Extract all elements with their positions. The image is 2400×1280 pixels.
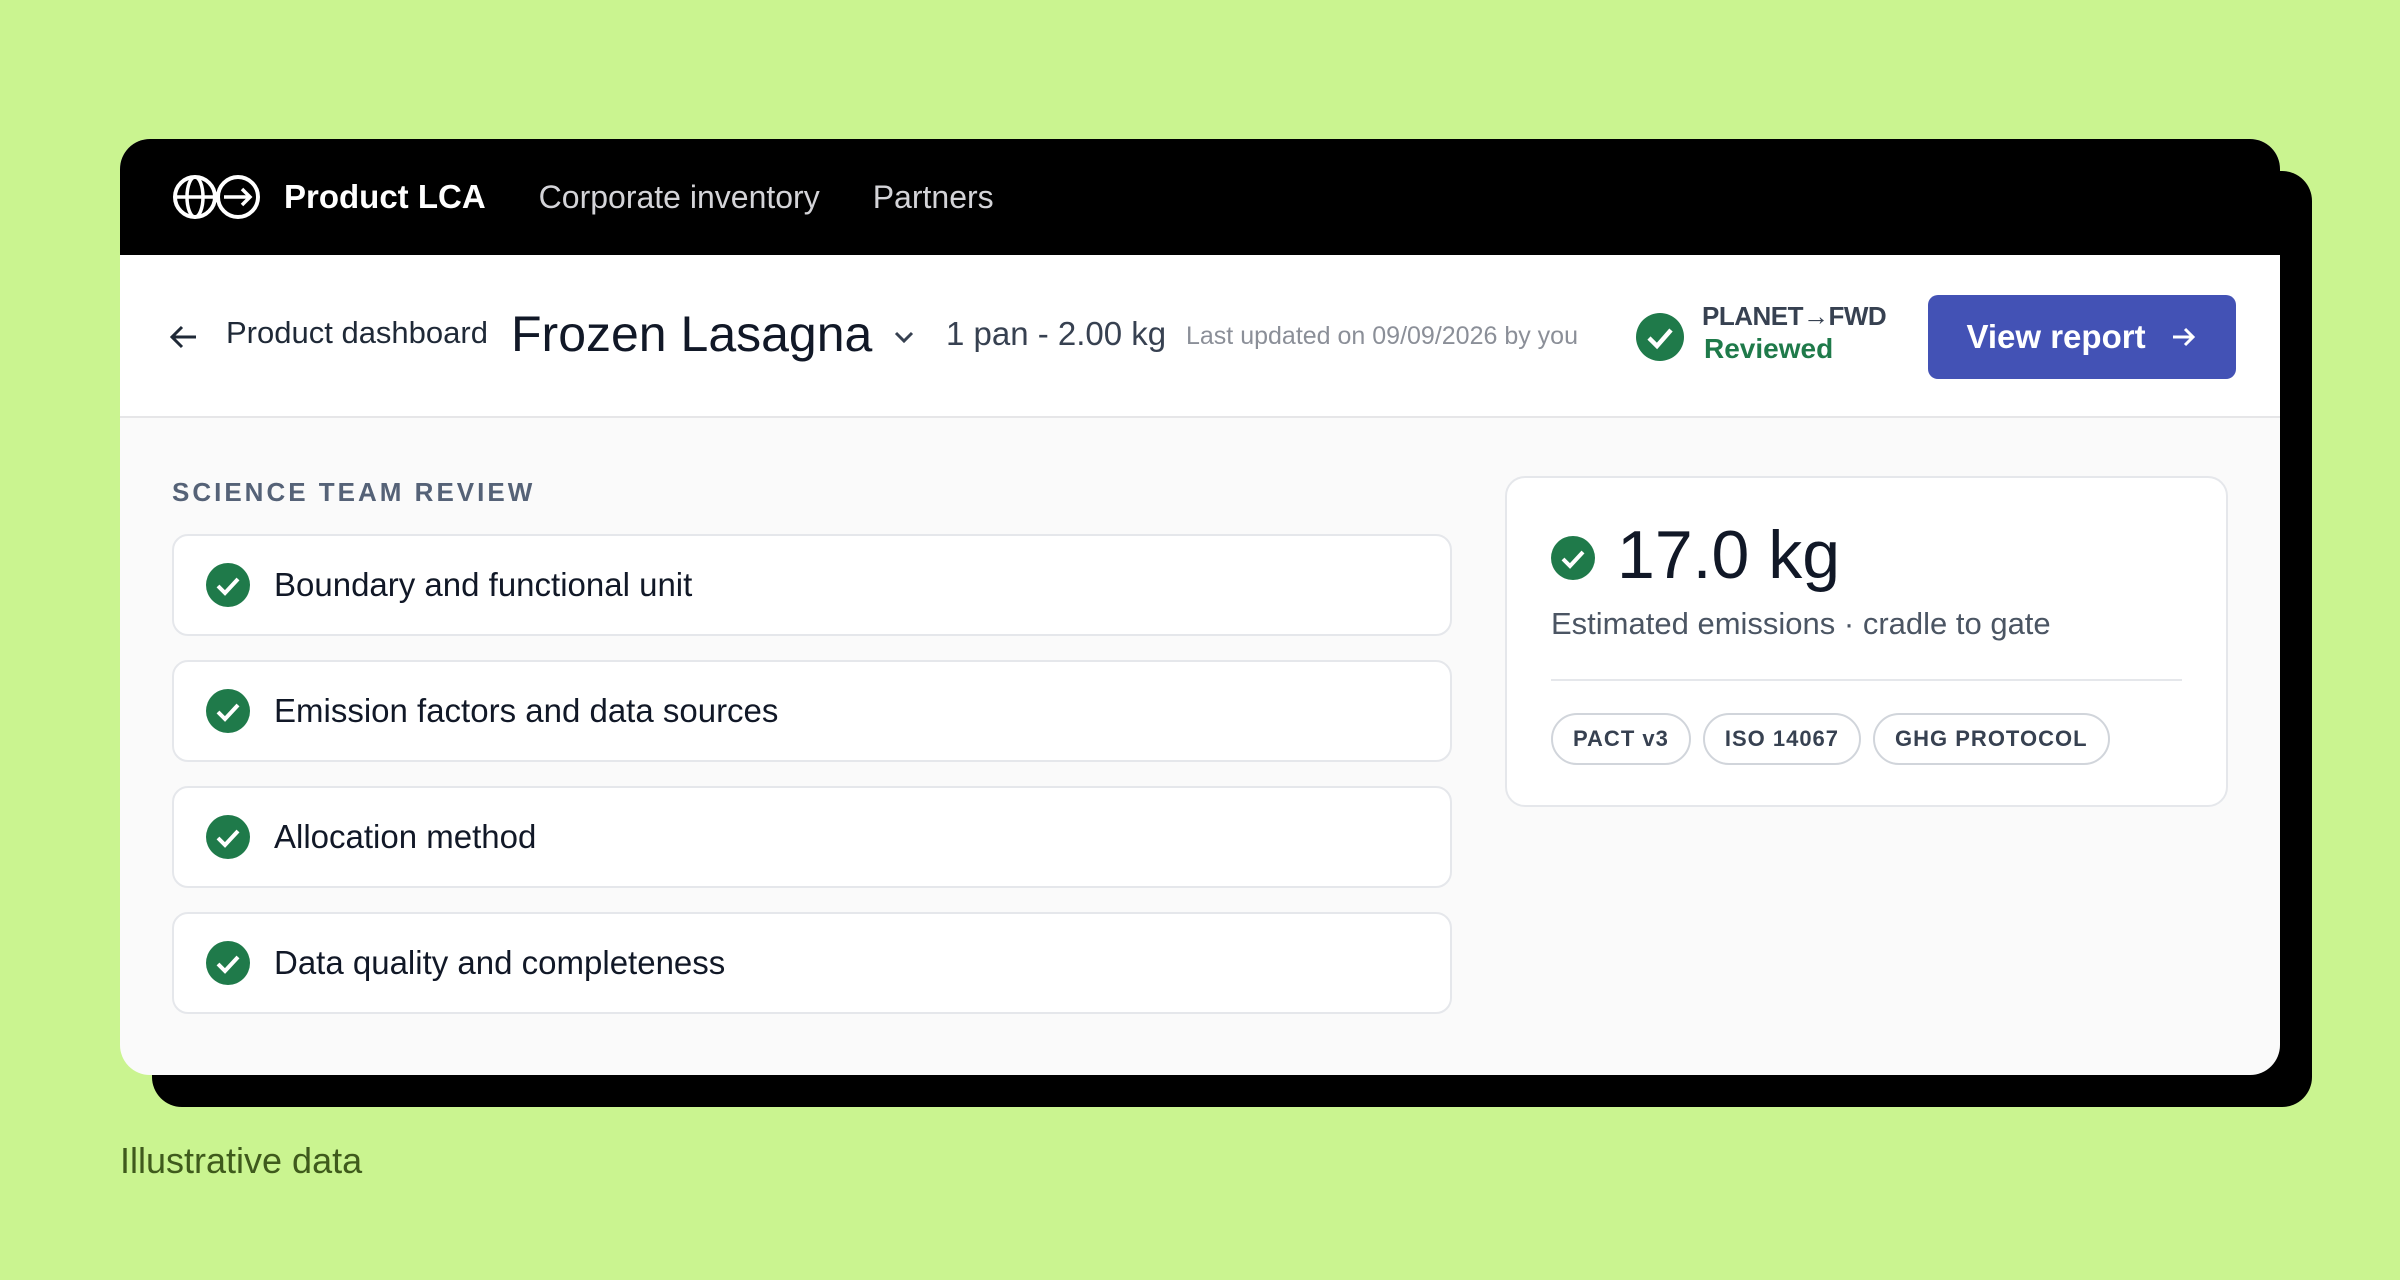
caption: Illustrative data: [120, 1140, 363, 1181]
card-body: SCIENCE TEAM REVIEW Boundary and functio…: [120, 139, 2280, 1075]
section-title: SCIENCE TEAM REVIEW: [172, 477, 536, 507]
tag-iso: ISO 14067: [1702, 713, 1862, 765]
review-item-label: Emission factors and data sources: [274, 692, 779, 729]
review-item-label: Boundary and functional unit: [274, 566, 693, 603]
standards-tags: PACT v3 ISO 14067 GHG PROTOCOL: [1551, 713, 2110, 765]
review-item: Allocation method: [172, 786, 1452, 888]
emissions-value: 17.0 kg: [1617, 517, 1841, 593]
review-item: Emission factors and data sources: [172, 660, 1452, 762]
tag-pact: PACT v3: [1551, 713, 1691, 765]
check-circle-icon: [206, 815, 250, 859]
check-circle-icon: [206, 563, 250, 607]
emissions-subtitle: Estimated emissions · cradle to gate: [1551, 606, 2051, 641]
check-circle-icon: [206, 689, 250, 733]
review-item: Boundary and functional unit: [172, 534, 1452, 636]
stage: Product LCA Corporate inventory Partners…: [0, 0, 2400, 1280]
emissions-card: 17.0 kg Estimated emissions · cradle to …: [1505, 476, 2228, 807]
review-item-label: Data quality and completeness: [274, 944, 726, 981]
tag-ghg: GHG PROTOCOL: [1873, 713, 2110, 765]
review-item-label: Allocation method: [274, 818, 537, 855]
review-item: Data quality and completeness: [172, 912, 1452, 1014]
check-circle-icon: [206, 941, 250, 985]
divider: [1551, 679, 2182, 681]
check-circle-icon: [1551, 536, 1595, 580]
